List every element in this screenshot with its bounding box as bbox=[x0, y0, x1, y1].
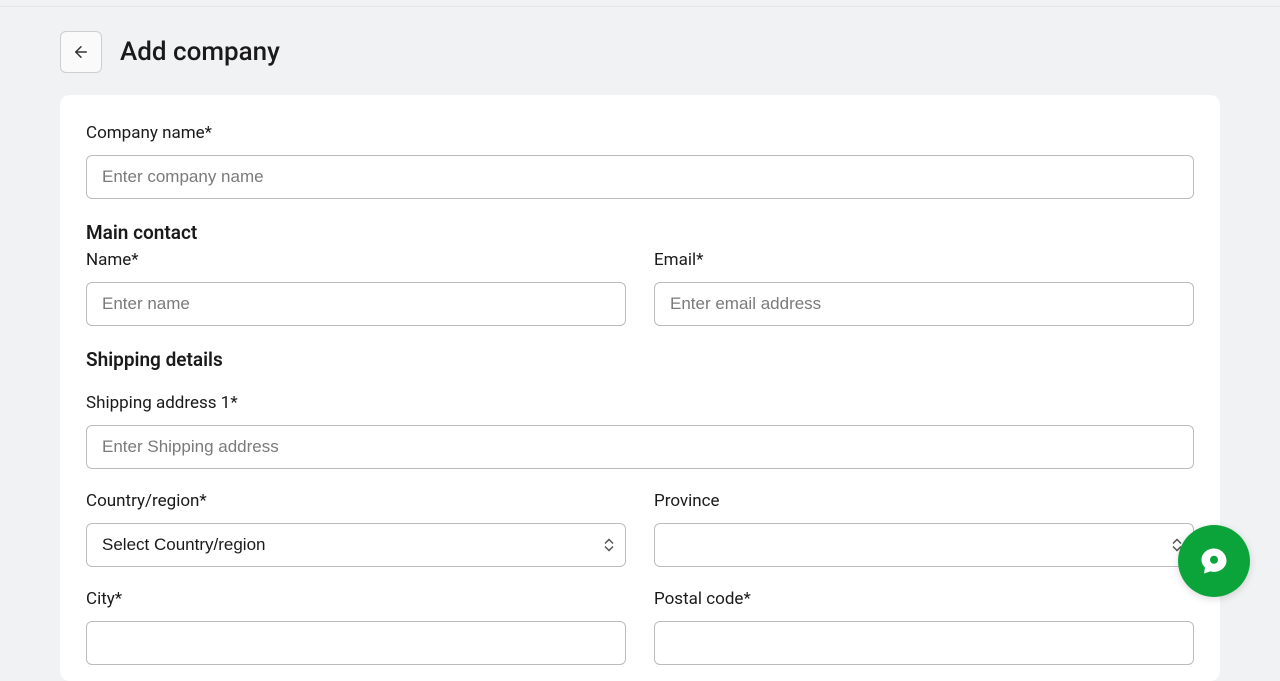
postal-label: Postal code* bbox=[654, 589, 1194, 609]
top-divider bbox=[0, 0, 1280, 7]
contact-name-input[interactable] bbox=[86, 282, 626, 326]
country-field: Country/region* Select Country/region bbox=[86, 491, 626, 567]
contact-email-field: Email* bbox=[654, 250, 1194, 326]
postal-field: Postal code* bbox=[654, 589, 1194, 665]
province-select[interactable] bbox=[654, 523, 1194, 567]
province-field: Province bbox=[654, 491, 1194, 567]
chat-icon bbox=[1199, 546, 1229, 576]
city-field: City* bbox=[86, 589, 626, 665]
province-label: Province bbox=[654, 491, 1194, 511]
shipping-address-input[interactable] bbox=[86, 425, 1194, 469]
page-container: Add company Company name* Main contact N… bbox=[0, 7, 1280, 681]
country-select[interactable]: Select Country/region bbox=[86, 523, 626, 567]
shipping-heading: Shipping details bbox=[86, 348, 1194, 371]
postal-input[interactable] bbox=[654, 621, 1194, 665]
shipping-section: Shipping details Shipping address 1* Cou… bbox=[86, 348, 1194, 665]
arrow-left-icon bbox=[72, 43, 90, 61]
contact-email-label: Email* bbox=[654, 250, 1194, 270]
shipping-address-label: Shipping address 1* bbox=[86, 393, 1194, 413]
main-contact-section: Main contact Name* Email* bbox=[86, 221, 1194, 326]
shipping-address-field: Shipping address 1* bbox=[86, 393, 1194, 469]
country-selected-value: Select Country/region bbox=[102, 535, 265, 555]
company-name-label: Company name* bbox=[86, 123, 1194, 143]
chat-button[interactable] bbox=[1178, 525, 1250, 597]
city-postal-row: City* Postal code* bbox=[86, 589, 1194, 665]
page-header: Add company bbox=[60, 31, 1220, 73]
contact-email-input[interactable] bbox=[654, 282, 1194, 326]
page-title: Add company bbox=[120, 37, 280, 67]
city-label: City* bbox=[86, 589, 626, 609]
city-input[interactable] bbox=[86, 621, 626, 665]
country-province-row: Country/region* Select Country/region Pr… bbox=[86, 491, 1194, 567]
form-card: Company name* Main contact Name* Email* … bbox=[60, 95, 1220, 681]
main-contact-heading: Main contact bbox=[86, 221, 1194, 244]
company-name-field: Company name* bbox=[86, 123, 1194, 199]
company-name-input[interactable] bbox=[86, 155, 1194, 199]
contact-name-label: Name* bbox=[86, 250, 626, 270]
back-button[interactable] bbox=[60, 31, 102, 73]
contact-name-field: Name* bbox=[86, 250, 626, 326]
country-label: Country/region* bbox=[86, 491, 626, 511]
